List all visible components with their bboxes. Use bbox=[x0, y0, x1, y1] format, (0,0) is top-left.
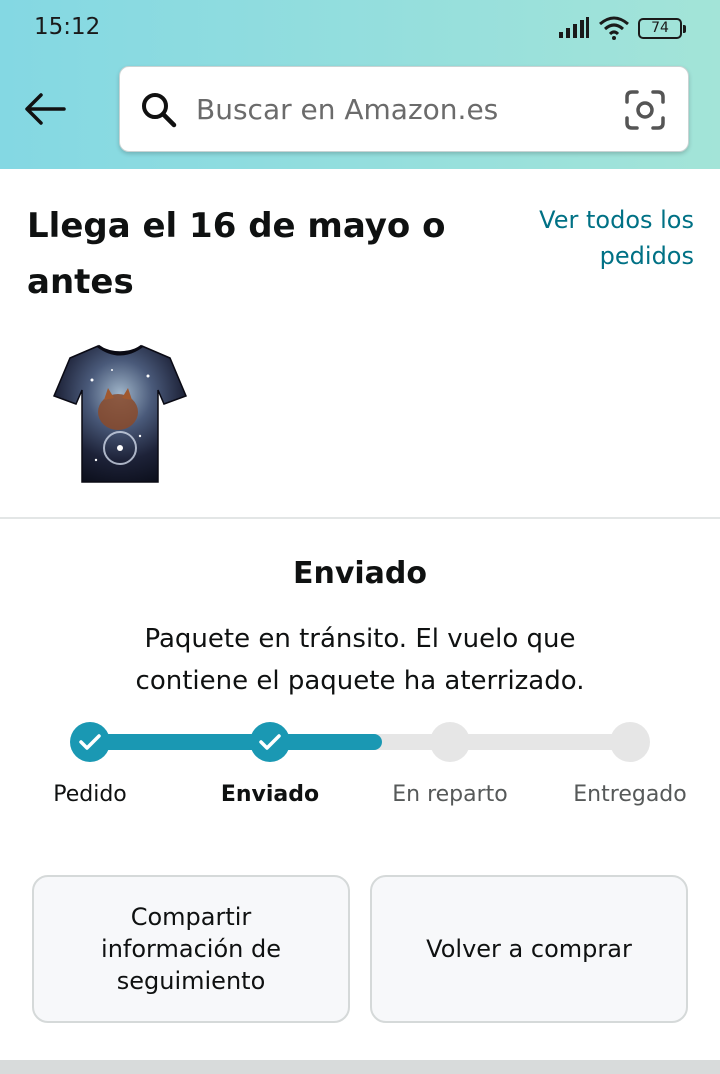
step-label-2: Enviado bbox=[220, 782, 320, 807]
step-label-4: Entregado bbox=[573, 782, 687, 807]
share-tracking-button[interactable]: Compartir información de seguimiento bbox=[32, 875, 350, 1023]
tshirt-image bbox=[53, 344, 187, 483]
search-input[interactable] bbox=[196, 85, 616, 133]
product-image[interactable] bbox=[52, 340, 188, 488]
search-icon bbox=[142, 93, 177, 128]
shipment-status: Enviado bbox=[292, 556, 428, 591]
progress-track bbox=[90, 734, 630, 750]
section-divider bbox=[0, 517, 720, 519]
delivery-title: Llega el 16 de mayo o antes bbox=[27, 206, 446, 302]
step-label-3: En reparto bbox=[392, 782, 508, 807]
status-time: 15:12 bbox=[34, 14, 101, 40]
buy-again-button[interactable]: Volver a comprar bbox=[370, 875, 688, 1023]
top-bar: 15:12 74 bbox=[0, 0, 720, 169]
shipment-detail: Paquete en tránsito. El vuelo que contie… bbox=[135, 624, 585, 696]
back-arrow-icon bbox=[25, 93, 66, 125]
step-label-1: Pedido bbox=[53, 782, 127, 807]
battery-icon: 74 bbox=[638, 17, 686, 39]
wifi-icon bbox=[599, 16, 629, 40]
step-dot-1 bbox=[70, 722, 110, 762]
check-icon bbox=[259, 734, 281, 750]
bottom-strip bbox=[0, 1060, 720, 1074]
camera-scan-icon[interactable] bbox=[624, 89, 666, 131]
step-dot-2 bbox=[250, 722, 290, 762]
step-dot-4 bbox=[610, 722, 650, 762]
check-icon bbox=[79, 734, 101, 750]
search-bar[interactable] bbox=[119, 66, 689, 152]
signal-icon bbox=[559, 17, 589, 38]
step-dot-3 bbox=[430, 722, 470, 762]
progress-fill bbox=[90, 734, 382, 750]
back-button[interactable] bbox=[22, 88, 68, 130]
all-orders-link[interactable]: Ver todos los pedidos bbox=[494, 202, 694, 274]
status-icons: 74 bbox=[558, 14, 686, 42]
